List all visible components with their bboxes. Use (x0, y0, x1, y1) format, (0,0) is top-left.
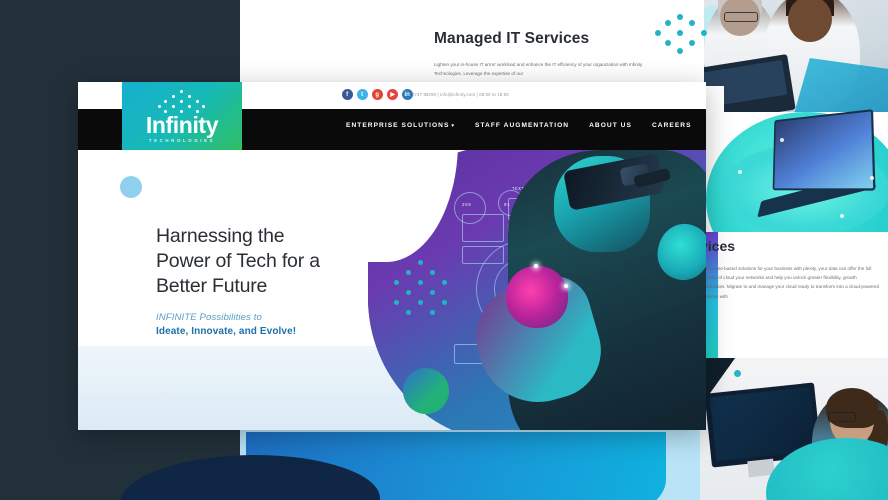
google-plus-icon[interactable]: g (372, 89, 383, 100)
hero-headline-line-2: Power of Tech for a (156, 250, 320, 272)
main-website-window[interactable]: f t g ▶ in 0737 86290 | info@infinity.co… (78, 82, 706, 430)
brand-name: Infinity (145, 112, 219, 138)
logo-dot-mark (154, 90, 210, 114)
nav-item-enterprise-solutions[interactable]: ENTERPRISE SOLUTIONS ▾ (346, 122, 455, 129)
hero-headline-line-1: Harnessing the (156, 225, 285, 247)
background-window-dot-cluster (655, 14, 711, 60)
managed-it-heading: Managed IT Services (434, 30, 590, 47)
managed-it-body: Lighten your in-house IT arms' workload … (434, 62, 643, 76)
hero-text-block: Harnessing the Power of Tech for a Bette… (156, 224, 386, 337)
brand-logo-tile[interactable]: Infinity TECHNOLOGIES (122, 82, 242, 150)
photo-lab-coats (690, 0, 888, 112)
desk-person-glasses (828, 412, 856, 422)
illustration-laptop (720, 109, 888, 248)
nav-items: ENTERPRISE SOLUTIONS ▾ STAFF AUGMENTATION… (346, 122, 706, 129)
hero-light-blue-circle (120, 176, 142, 198)
nav-item-staff-augmentation[interactable]: STAFF AUGMENTATION (475, 122, 569, 129)
hero-subline-italic: INFINITE Possibilities to (156, 312, 262, 323)
desk-person-hair (826, 388, 878, 428)
hero-section: TEXT DATA 250 01 (78, 150, 706, 430)
background-window-managed-it[interactable]: Managed IT Services Lighten your in-hous… (344, 0, 704, 88)
chevron-down-icon: ▾ (451, 123, 455, 129)
hero-subline-bold: Ideate, Innovate, and Evolve! (156, 326, 297, 337)
screenshot-stage: Managed IT Services Lighten your in-hous… (0, 0, 888, 500)
nav-item-about-us[interactable]: ABOUT US (589, 122, 632, 129)
brand-tagline: TECHNOLOGIES (148, 138, 216, 143)
nav-label-enterprise-solutions: ENTERPRISE SOLUTIONS (346, 122, 450, 129)
photo-desk-worker (700, 356, 888, 500)
social-links[interactable]: f t g ▶ in (342, 89, 413, 100)
right-panel-body: rfrastructure-based solutions for your b… (698, 266, 880, 299)
vr-person-hand-left (506, 266, 568, 328)
right-services-panel[interactable]: vices rfrastructure-based solutions for … (692, 232, 888, 358)
twitter-icon[interactable]: t (357, 89, 368, 100)
hero-dot-cluster (394, 260, 450, 320)
hero-headline-line-3: Better Future (156, 275, 268, 297)
nav-item-careers[interactable]: CAREERS (652, 122, 692, 129)
topbar-contact-info: 0737 86290 | info@infinity.com | 08:00 t… (412, 92, 509, 97)
facebook-icon[interactable]: f (342, 89, 353, 100)
hero-green-circle (403, 368, 449, 414)
laptop-screen (772, 109, 876, 191)
youtube-icon[interactable]: ▶ (387, 89, 398, 100)
